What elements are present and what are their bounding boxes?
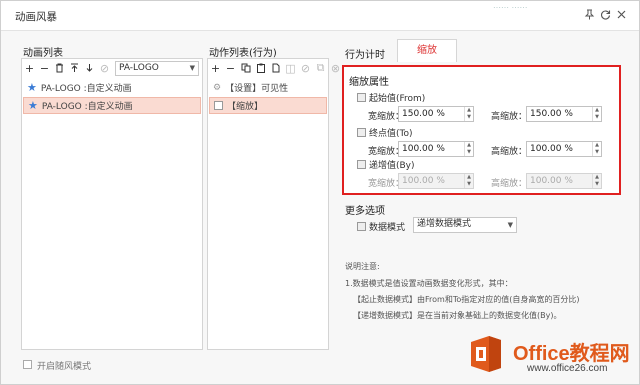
add-icon[interactable]: + xyxy=(23,61,36,75)
office-logo-icon xyxy=(467,334,505,374)
watermark-subtitle: www.office26.com xyxy=(527,363,608,374)
action-item-label: 【缩放】 xyxy=(227,102,264,112)
list-item-selected[interactable]: ★ PA-LOGO :自定义动画 xyxy=(23,97,201,114)
action-list-toolbar: + − ◫ ⊘ ⧉ ⊗ xyxy=(209,60,342,76)
action-list-label: 动作列表(行为) xyxy=(209,48,277,59)
copy-icon[interactable] xyxy=(239,61,252,75)
to-width-value: 100.00 % xyxy=(402,144,445,154)
animation-item-label: PA-LOGO :自定义动画 xyxy=(40,84,132,94)
from-label: 起始值(From) xyxy=(369,94,426,104)
list-item[interactable]: ★ PA-LOGO :自定义动画 xyxy=(23,79,201,96)
object-combo[interactable]: PA-LOGO ▼ xyxy=(115,61,199,76)
spinner-icon[interactable]: ▲ ▼ xyxy=(592,107,601,121)
animation-storm-window: 动画风暴 …… …… 动画列表 + − ⊘ PA-LOGO ▼ ★ PA-LOG… xyxy=(0,0,640,385)
data-mode-label: 数据模式 xyxy=(369,223,406,233)
spinner-icon[interactable]: ▲ ▼ xyxy=(592,142,601,156)
disabled-icon: ◫ xyxy=(285,61,296,75)
list-item-selected[interactable]: 【缩放】 xyxy=(209,97,327,114)
by-width-input: 100.00 % ▲ ▼ xyxy=(398,173,474,189)
tab-scale[interactable]: 缩放 xyxy=(397,39,457,62)
list-item[interactable]: ⚙ 【设置】可见性 xyxy=(209,79,327,96)
remove-icon[interactable]: − xyxy=(224,61,237,75)
from-height-value: 150.00 % xyxy=(530,109,573,119)
title-bar: 动画风暴 …… …… xyxy=(1,1,639,31)
by-height-value: 100.00 % xyxy=(530,176,573,186)
spinner-icon[interactable]: ▲ ▼ xyxy=(464,142,473,156)
close-icon[interactable] xyxy=(615,9,627,21)
star-icon: ★ xyxy=(28,99,38,112)
data-mode-select[interactable]: 递增数据模式 ▼ xyxy=(413,217,517,233)
refresh-icon[interactable] xyxy=(599,9,611,21)
animation-list-toolbar: + − ⊘ xyxy=(23,60,111,76)
gear-icon: ⚙ xyxy=(213,82,222,93)
by-height-label: 高缩放： xyxy=(491,179,528,189)
to-label: 终点值(To) xyxy=(369,129,413,139)
from-icon xyxy=(357,93,366,102)
delete-icon[interactable] xyxy=(53,61,66,75)
to-group-label: 终点值(To) xyxy=(357,126,413,139)
by-width-value: 100.00 % xyxy=(402,176,445,186)
notes-title: 说明注意: xyxy=(345,262,380,271)
from-height-input[interactable]: 150.00 % ▲ ▼ xyxy=(526,106,602,122)
from-width-input[interactable]: 150.00 % ▲ ▼ xyxy=(398,106,474,122)
tab-timing[interactable]: 行为计时 xyxy=(345,46,385,61)
by-group-label: 递增值(By) xyxy=(357,158,415,171)
spinner-icon[interactable]: ▲ ▼ xyxy=(464,107,473,121)
chevron-down-icon: ▼ xyxy=(189,64,195,72)
to-icon xyxy=(357,128,366,137)
wind-mode-label: 开启随风模式 xyxy=(37,362,92,372)
from-height-label: 高缩放： xyxy=(491,112,528,122)
star-icon: ★ xyxy=(27,81,37,94)
document-icon[interactable] xyxy=(269,61,282,75)
notes-line-2: 【起止数据模式】由From和To指定对应的值(自身高宽的百分比) xyxy=(353,295,580,304)
spinner-icon: ▲ ▼ xyxy=(464,174,473,188)
spinner-icon: ▲ ▼ xyxy=(592,174,601,188)
top-blurred-text: …… …… xyxy=(493,1,528,10)
by-icon xyxy=(357,160,366,169)
to-height-value: 100.00 % xyxy=(530,144,573,154)
from-width-value: 150.00 % xyxy=(402,109,445,119)
add-icon[interactable]: + xyxy=(209,61,222,75)
object-combo-value: PA-LOGO xyxy=(119,63,159,73)
paste-icon[interactable] xyxy=(254,61,267,75)
move-top-icon[interactable] xyxy=(68,61,81,75)
move-down-icon[interactable] xyxy=(83,61,96,75)
animation-item-label: PA-LOGO :自定义动画 xyxy=(41,102,133,112)
from-group-label: 起始值(From) xyxy=(357,91,425,104)
by-height-input: 100.00 % ▲ ▼ xyxy=(526,173,602,189)
data-mode-value: 递增数据模式 xyxy=(417,219,472,229)
notes-line-1: 1.数据模式是值设置动画数据变化形式，其中： xyxy=(345,279,513,288)
by-label: 递增值(By) xyxy=(369,161,415,171)
window-title: 动画风暴 xyxy=(15,11,57,23)
data-mode-icon xyxy=(357,222,366,231)
scale-properties-title: 缩放属性 xyxy=(349,77,389,88)
pin-icon[interactable] xyxy=(583,9,595,21)
chevron-down-icon: ▼ xyxy=(507,221,513,229)
notes-line-3: 【递增数据模式】是在当前对象基础上的数据变化值(By)。 xyxy=(353,311,562,320)
scale-icon xyxy=(214,101,223,110)
action-item-label: 【设置】可见性 xyxy=(225,84,289,94)
remove-icon[interactable]: − xyxy=(38,61,51,75)
action-list-panel: + − ◫ ⊘ ⧉ ⊗ ⚙ 【设置】可见性 【缩放】 xyxy=(207,58,340,350)
disabled-icon: ⊘ xyxy=(99,61,110,75)
disabled-icon: ⊗ xyxy=(330,61,341,75)
to-height-input[interactable]: 100.00 % ▲ ▼ xyxy=(526,141,602,157)
more-options-title: 更多选项 xyxy=(345,206,385,217)
data-mode-group: 数据模式 xyxy=(357,220,405,233)
wind-mode-checkbox[interactable] xyxy=(23,360,32,369)
watermark-title: Office教程网 xyxy=(513,343,630,365)
disabled-icon: ⧉ xyxy=(316,61,325,74)
to-height-label: 高缩放： xyxy=(491,147,528,157)
disabled-icon: ⊘ xyxy=(300,61,311,75)
animation-list-label: 动画列表 xyxy=(23,48,63,59)
to-width-input[interactable]: 100.00 % ▲ ▼ xyxy=(398,141,474,157)
animation-list-panel: + − ⊘ PA-LOGO ▼ ★ PA-LOGO :自定义动画 ★ PA-LO… xyxy=(21,58,203,350)
